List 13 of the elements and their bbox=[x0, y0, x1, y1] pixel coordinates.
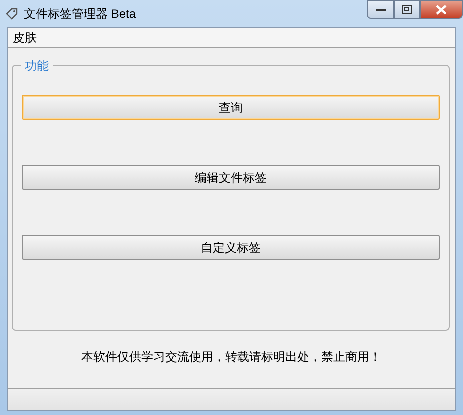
notice-text: 本软件仅供学习交流使用，转载请标明出处，禁止商用！ bbox=[80, 349, 382, 366]
menu-item[interactable]: 皮肤 bbox=[8, 28, 42, 46]
action-button[interactable]: 编辑文件标签 bbox=[22, 165, 440, 190]
maximize-icon bbox=[402, 5, 412, 14]
minimize-button[interactable] bbox=[367, 0, 394, 19]
close-button[interactable] bbox=[420, 0, 463, 19]
close-icon bbox=[436, 4, 447, 14]
window-title: 文件标签管理器 Beta bbox=[24, 6, 136, 22]
action-button[interactable]: 查询 bbox=[22, 95, 440, 120]
maximize-button[interactable] bbox=[394, 0, 420, 19]
tag-icon bbox=[5, 6, 19, 20]
action-button[interactable]: 自定义标签 bbox=[22, 235, 440, 260]
minimize-icon bbox=[376, 8, 386, 12]
